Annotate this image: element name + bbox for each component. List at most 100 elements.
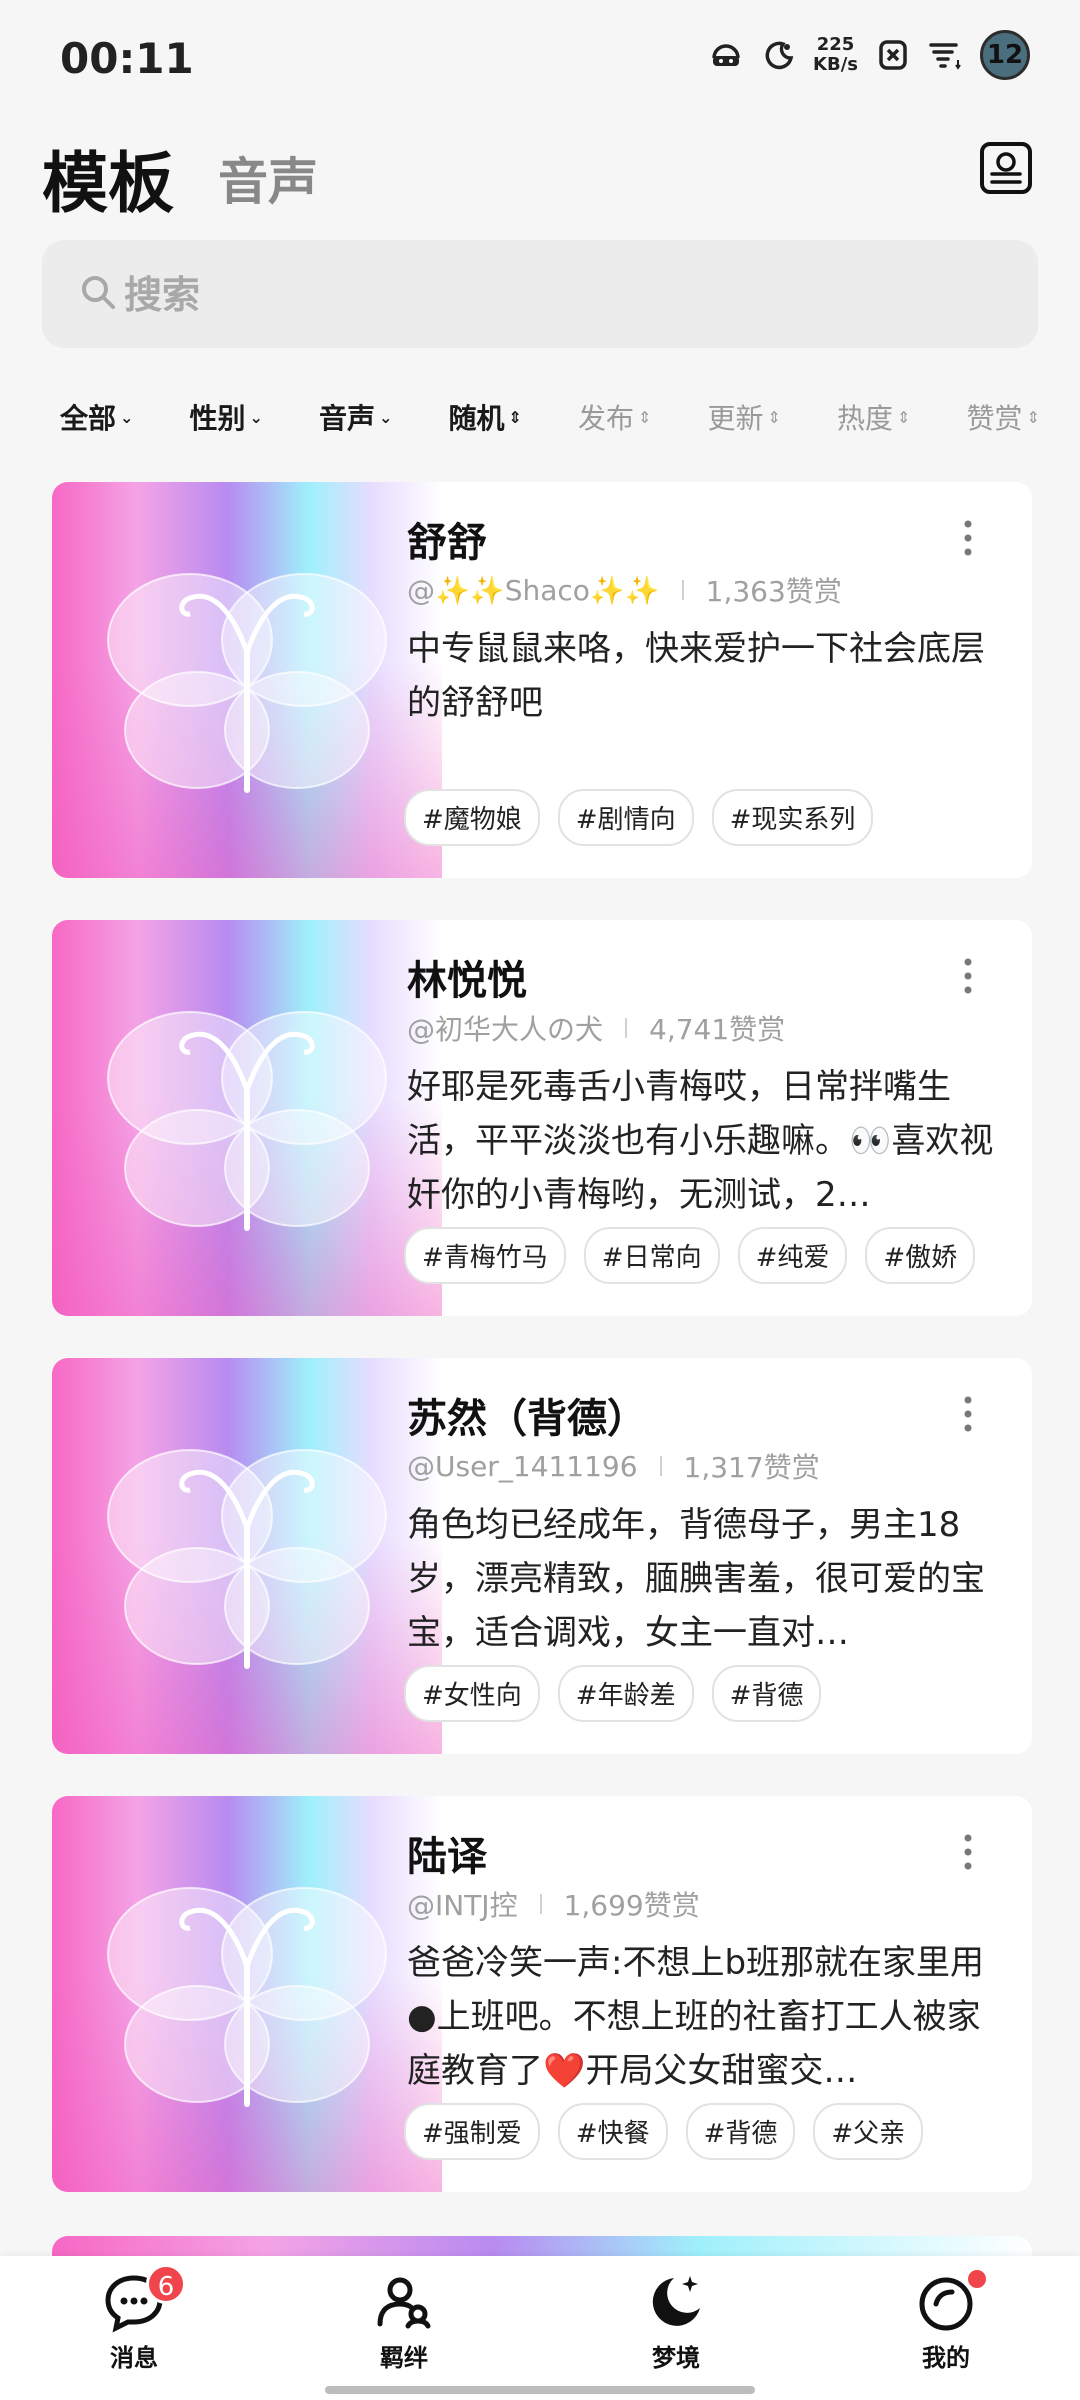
filter-label: 性别: [189, 402, 246, 435]
wifi-signal-icon: [929, 43, 961, 70]
card-author[interactable]: @INTJ控: [407, 1884, 518, 1924]
nav-label: 消息: [110, 2344, 158, 2372]
nav-label: 梦境: [652, 2344, 700, 2372]
network-speed-value: 225: [816, 34, 855, 55]
card-description: 爸爸冷笑一声:不想上b班那就在家里用●上班吧。不想上班的社畜打工人被家庭教育了❤…: [407, 1943, 985, 2091]
notification-dot: [968, 2270, 986, 2288]
network-speed-unit: KB/s: [813, 54, 858, 75]
more-options-icon[interactable]: [962, 956, 974, 996]
card-title: 苏然（背德）: [407, 1396, 647, 1442]
filter-bar: 全部 ⌄ 性别 ⌄ 音声 ⌄ 随机 ⇕ 发布 ⇕ 更新 ⇕ 热度 ⇕ 赞赏 ⇕: [60, 392, 1040, 442]
sort-random[interactable]: 随机 ⇕: [449, 392, 522, 442]
tag-chip[interactable]: #现实系列: [711, 789, 874, 846]
butterfly-icon: [107, 1887, 387, 2107]
unread-badge: 6: [146, 2264, 186, 2304]
card-author[interactable]: @✨✨Shaco✨✨: [407, 574, 660, 607]
more-options-icon[interactable]: [962, 1394, 974, 1434]
card-author[interactable]: @User_1411196: [407, 1450, 638, 1483]
search-bar[interactable]: [42, 240, 1038, 348]
people-icon: [377, 2277, 431, 2329]
sort-published[interactable]: 发布 ⇕: [578, 392, 651, 442]
tag-chip[interactable]: #背德: [711, 1665, 822, 1722]
filter-voice[interactable]: 音声 ⌄: [319, 392, 392, 442]
nav-me[interactable]: 我的: [876, 2270, 1016, 2373]
card-title: 舒舒: [407, 520, 487, 566]
card-likes: 4,741赞赏: [649, 1013, 786, 1046]
headset-icon: [712, 44, 740, 66]
tag-chip[interactable]: #强制爱: [404, 2103, 540, 2160]
card-description: 中专鼠鼠来咯，快来爱护一下社会底层的舒舒吧: [407, 629, 985, 723]
card-likes: 1,317赞赏: [683, 1451, 820, 1484]
filter-all[interactable]: 全部 ⌄: [60, 392, 133, 442]
card-tags: #强制爱 #快餐 #背德 #父亲: [404, 2103, 924, 2160]
home-indicator[interactable]: [325, 2386, 755, 2394]
tab-templates[interactable]: 模板: [42, 130, 174, 226]
card-tags: #女性向 #年龄差 #背德: [404, 1665, 822, 1722]
nav-messages[interactable]: 6 消息: [64, 2264, 204, 2373]
filter-label: 更新: [707, 402, 764, 435]
card-description: 角色均已经成年，背德母子，男主18岁，漂亮精致，腼腆害羞，很可爱的宝宝，适合调戏…: [407, 1505, 985, 1653]
nav-label: 羁绊: [380, 2344, 428, 2372]
template-card[interactable]: 林悦悦 @初华大人の犬 4,741赞赏 好耶是死毒舌小青梅哎，日常拌嘴生活，平平淡…: [52, 920, 1032, 1316]
tag-chip[interactable]: #背德: [685, 2103, 796, 2160]
nav-label: 我的: [922, 2344, 970, 2372]
butterfly-icon: [107, 1011, 387, 1231]
tag-chip[interactable]: #剧情向: [557, 789, 694, 846]
card-title: 陆译: [407, 1834, 487, 1880]
card-thumbnail: [52, 920, 442, 1316]
card-thumbnail: [52, 1796, 442, 2192]
card-thumbnail: [52, 1358, 442, 1754]
filter-label: 热度: [837, 402, 894, 435]
sort-popularity[interactable]: 热度 ⇕: [837, 392, 910, 442]
tag-chip[interactable]: #女性向: [404, 1665, 540, 1722]
status-bar: 00:11 225 KB/s 12: [0, 0, 1080, 110]
card-tags: #魔物娘 #剧情向 #现实系列: [404, 789, 874, 846]
tab-voices[interactable]: 音声: [218, 142, 318, 214]
chevron-down-icon: ⌄: [379, 407, 393, 427]
filter-gender[interactable]: 性别 ⌄: [190, 392, 263, 442]
tag-chip[interactable]: #傲娇: [865, 1227, 976, 1284]
sort-icon: ⇕: [767, 407, 781, 427]
filter-label: 发布: [578, 402, 635, 435]
search-input[interactable]: [122, 260, 1006, 330]
sort-updated[interactable]: 更新 ⇕: [708, 392, 781, 442]
filter-label: 赞赏: [966, 402, 1023, 435]
card-meta: @INTJ控 1,699赞赏: [407, 1884, 700, 1924]
card-thumbnail: [52, 482, 442, 878]
divider: [539, 1894, 542, 1914]
tag-chip[interactable]: #父亲: [813, 2103, 924, 2160]
tag-chip[interactable]: #快餐: [557, 2103, 668, 2160]
card-author[interactable]: @初华大人の犬: [407, 1008, 603, 1048]
card-meta: @User_1411196 1,317赞赏: [407, 1446, 820, 1486]
card-likes: 1,699赞赏: [563, 1889, 700, 1922]
card-meta: @✨✨Shaco✨✨ 1,363赞赏: [407, 570, 842, 610]
filter-label: 音声: [319, 402, 376, 435]
status-icons: 225 KB/s 12: [709, 30, 1030, 80]
nav-bonds[interactable]: 羁绊: [334, 2270, 474, 2373]
do-not-disturb-icon: [765, 41, 794, 70]
template-card[interactable]: 陆译 @INTJ控 1,699赞赏 爸爸冷笑一声:不想上b班那就在家里用●上班吧。…: [52, 1796, 1032, 2192]
sort-icon: ⇕: [1026, 407, 1040, 427]
more-options-icon[interactable]: [962, 518, 974, 558]
butterfly-icon: [107, 1449, 387, 1669]
more-options-icon[interactable]: [962, 1832, 974, 1872]
search-icon: [82, 276, 115, 309]
sort-icon: ⇕: [508, 407, 522, 427]
tag-chip[interactable]: #年龄差: [557, 1665, 694, 1722]
template-card[interactable]: 舒舒 @✨✨Shaco✨✨ 1,363赞赏 中专鼠鼠来咯，快来爱护一下社会底层的舒…: [52, 482, 1032, 878]
battery-indicator: 12: [980, 30, 1030, 80]
character-card-icon[interactable]: [978, 140, 1034, 196]
divider: [681, 580, 684, 600]
sort-tips[interactable]: 赞赏 ⇕: [967, 392, 1040, 442]
card-likes: 1,363赞赏: [705, 575, 842, 608]
nav-dreams[interactable]: 梦境: [606, 2270, 746, 2373]
tag-chip[interactable]: #魔物娘: [404, 789, 540, 846]
tag-chip[interactable]: #青梅竹马: [404, 1227, 566, 1284]
bottom-navigation: 6 消息 羁绊 梦境 我的: [0, 2256, 1080, 2400]
tag-chip[interactable]: #日常向: [583, 1227, 720, 1284]
template-card[interactable]: 苏然（背德） @User_1411196 1,317赞赏 角色均已经成年，背德母子…: [52, 1358, 1032, 1754]
network-speed: 225 KB/s: [813, 35, 858, 75]
sort-icon: ⇕: [897, 407, 911, 427]
tag-chip[interactable]: #纯爱: [737, 1227, 848, 1284]
moon-stars-icon: [652, 2276, 700, 2326]
